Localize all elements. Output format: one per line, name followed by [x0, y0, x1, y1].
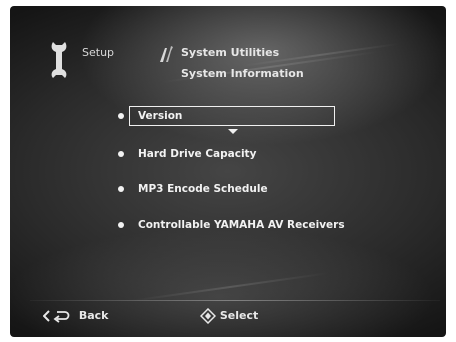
menu-item-version[interactable]: Version	[118, 106, 418, 126]
menu-item-label: Version	[138, 110, 183, 122]
back-label: Back	[78, 309, 109, 322]
breadcrumb-system-utilities: System Utilities	[181, 46, 280, 59]
back-return-icon	[43, 310, 70, 323]
menu-item-controllable-receivers[interactable]: Controllable YAMAHA AV Receivers	[118, 215, 418, 235]
menu-item-label: Controllable YAMAHA AV Receivers	[138, 219, 345, 231]
setup-label: Setup	[82, 46, 115, 59]
background-streak	[130, 272, 330, 302]
down-arrow-icon	[228, 129, 238, 134]
bullet-icon	[118, 151, 124, 157]
back-button[interactable]: Back	[43, 307, 109, 325]
select-button[interactable]: Select	[200, 307, 258, 325]
tools-icon	[160, 46, 173, 62]
menu-item-label: Hard Drive Capacity	[138, 148, 257, 160]
bullet-icon	[118, 186, 124, 192]
screen: Setup System Utilities System Informatio…	[10, 6, 446, 337]
select-diamond-icon	[200, 308, 216, 324]
menu-item-mp3-encode-schedule[interactable]: MP3 Encode Schedule	[118, 179, 418, 199]
menu-item-label: MP3 Encode Schedule	[138, 183, 268, 195]
wrench-icon	[51, 42, 67, 78]
bullet-icon	[118, 222, 124, 228]
menu-item-hard-drive-capacity[interactable]: Hard Drive Capacity	[118, 144, 418, 164]
footer-divider	[30, 300, 440, 301]
select-label: Select	[219, 309, 259, 322]
page-title: System Information	[181, 67, 304, 80]
bullet-icon	[118, 113, 124, 119]
